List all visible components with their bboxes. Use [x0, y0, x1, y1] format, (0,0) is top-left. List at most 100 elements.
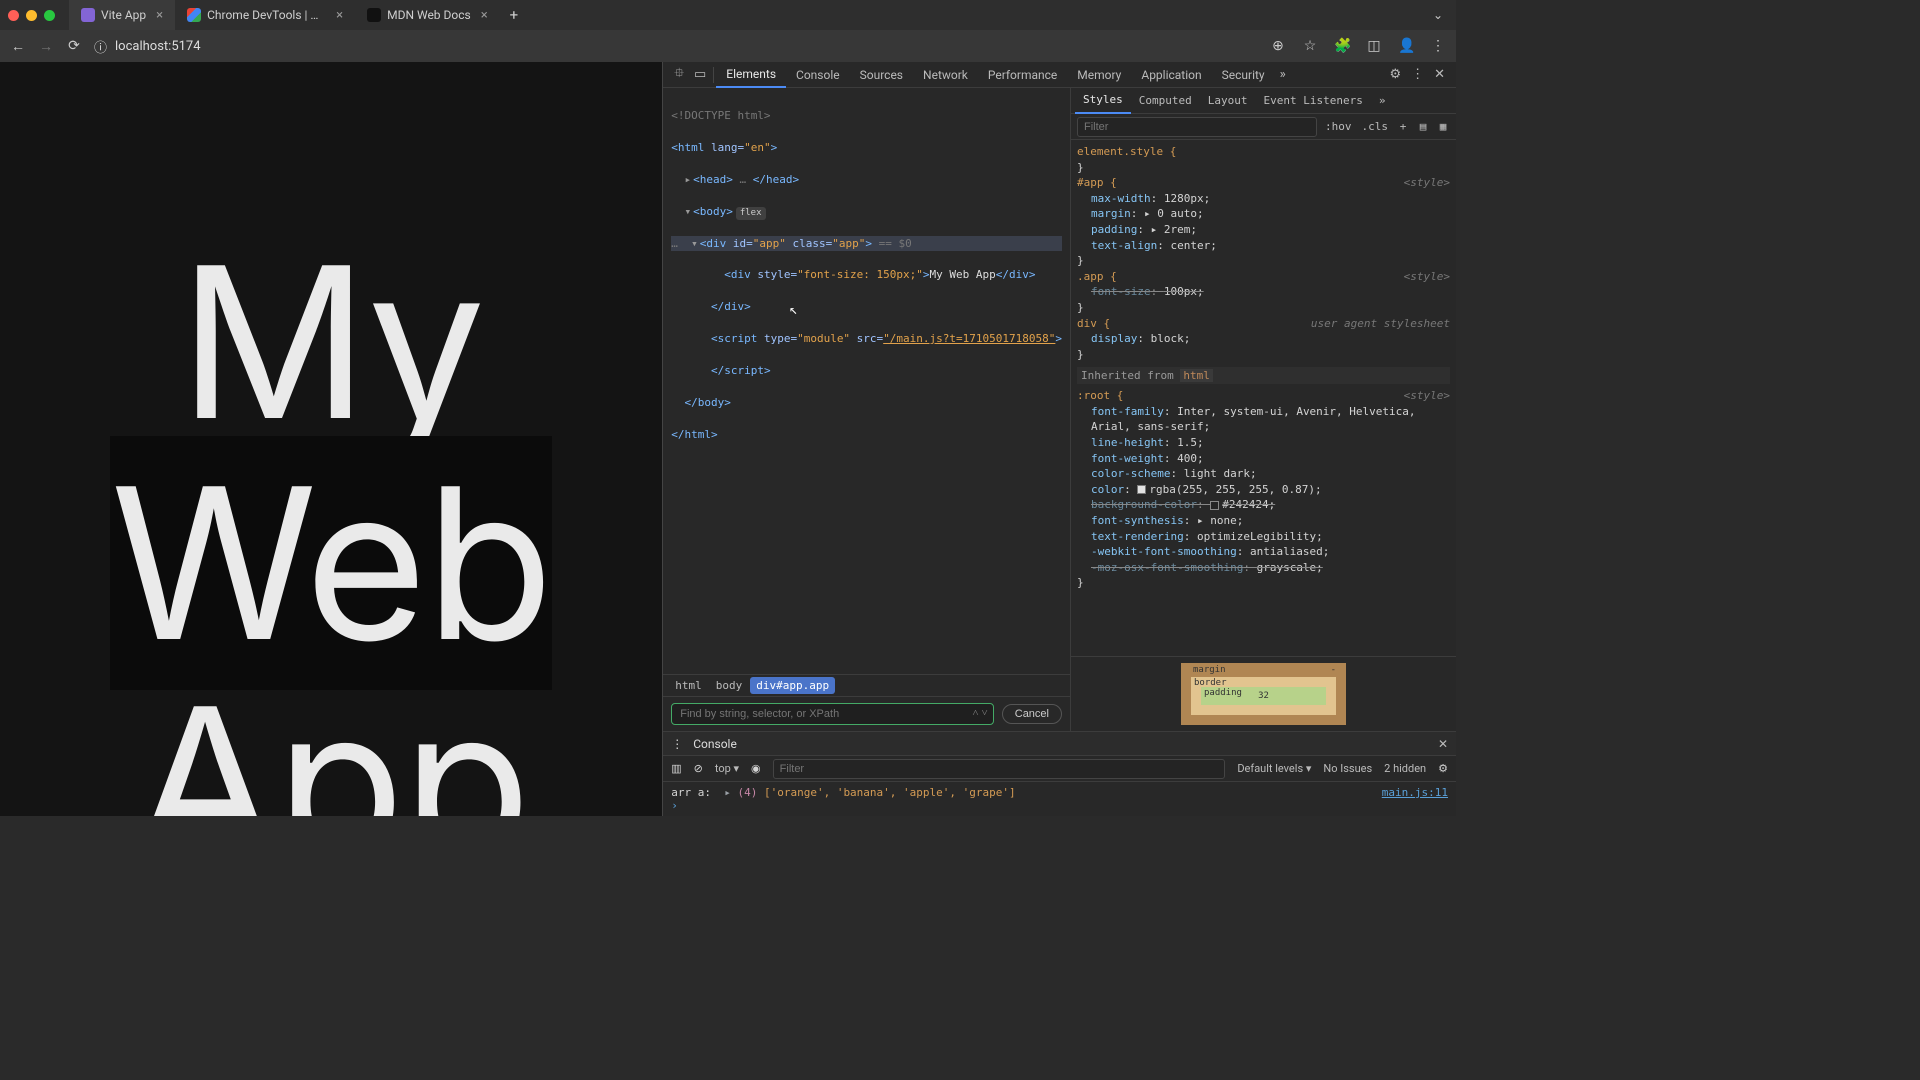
tab-console[interactable]: Console: [786, 62, 850, 88]
hov-toggle[interactable]: :hov: [1323, 120, 1354, 133]
issues-indicator[interactable]: No Issues: [1323, 762, 1372, 775]
device-toggle-icon[interactable]: ▭: [694, 67, 706, 82]
styles-filter-input[interactable]: [1077, 117, 1317, 137]
overflow-icon[interactable]: »: [1280, 67, 1286, 82]
clear-icon[interactable]: ⊘: [694, 762, 703, 775]
tab-label: MDN Web Docs: [387, 8, 471, 22]
tab-network[interactable]: Network: [913, 62, 978, 88]
tab-label: Vite App: [101, 8, 146, 22]
color-swatch-icon[interactable]: [1137, 485, 1146, 494]
toolbar-right: ⊕ ☆ 🧩 ◫ 👤 ⋮: [1270, 38, 1446, 54]
cls-toggle[interactable]: .cls: [1360, 120, 1391, 133]
bookmark-icon[interactable]: ☆: [1302, 38, 1318, 54]
new-tab-button[interactable]: +: [500, 6, 529, 24]
crumb-body[interactable]: body: [710, 677, 749, 694]
favicon-icon: [367, 8, 381, 22]
console-output[interactable]: main.js:11 arr a: ▸ (4) ['orange', 'bana…: [663, 782, 1456, 816]
traffic-lights: [8, 10, 55, 21]
profile-icon[interactable]: 👤: [1398, 38, 1414, 54]
url-bar: ← → ⟳ ⓘ localhost:5174 ⊕ ☆ 🧩 ◫ 👤 ⋮: [0, 30, 1456, 62]
hidden-count[interactable]: 2 hidden: [1384, 762, 1426, 775]
window-minimize-icon[interactable]: [26, 10, 37, 21]
cursor-icon: ↖: [789, 300, 797, 320]
close-icon[interactable]: ✕: [1438, 737, 1448, 751]
forward-button[interactable]: →: [38, 38, 54, 55]
dom-tree[interactable]: <!DOCTYPE html> <html lang="en"> <head> …: [663, 88, 1070, 674]
crumb-app[interactable]: div#app.app: [750, 677, 835, 694]
new-rule-icon[interactable]: +: [1396, 120, 1410, 133]
collapse-icon[interactable]: [691, 237, 700, 250]
chevron-down-icon[interactable]: ˅: [982, 706, 988, 719]
tab-mdn[interactable]: MDN Web Docs ×: [355, 0, 500, 30]
context-select[interactable]: top ▾: [715, 762, 739, 775]
collapse-icon[interactable]: [684, 205, 693, 218]
find-input[interactable]: [671, 703, 994, 725]
styles-subtabs: Styles Computed Layout Event Listeners »: [1071, 88, 1456, 114]
kebab-icon[interactable]: ⋮: [671, 737, 683, 751]
console-filter-input[interactable]: [773, 759, 1226, 779]
tab-vite-app[interactable]: Vite App ×: [69, 0, 175, 30]
favicon-icon: [81, 8, 95, 22]
page-heading: My Web App: [0, 62, 662, 816]
eye-icon[interactable]: ◉: [751, 762, 761, 775]
subtab-layout[interactable]: Layout: [1200, 88, 1256, 114]
divider: [713, 67, 714, 83]
subtab-styles[interactable]: Styles: [1075, 88, 1131, 114]
sidebar-toggle-icon[interactable]: ▥: [671, 762, 681, 775]
inspect-icon[interactable]: ⯐: [674, 64, 684, 86]
chevron-down-icon[interactable]: ⌄: [1428, 8, 1448, 22]
cancel-button[interactable]: Cancel: [1002, 704, 1062, 724]
close-icon[interactable]: ×: [481, 8, 488, 23]
subtab-event-listeners[interactable]: Event Listeners: [1255, 88, 1370, 114]
gear-icon[interactable]: ⚙: [1389, 67, 1401, 82]
extensions-icon[interactable]: 🧩: [1334, 38, 1350, 54]
tab-sources[interactable]: Sources: [850, 62, 913, 88]
box-model: margin- border padding32: [1071, 656, 1456, 731]
window-maximize-icon[interactable]: [44, 10, 55, 21]
devtools-panel: ⯐ ▭ Elements Console Sources Network Per…: [662, 62, 1456, 816]
tab-performance[interactable]: Performance: [978, 62, 1067, 88]
reload-button[interactable]: ⟳: [66, 38, 82, 54]
tab-elements[interactable]: Elements: [716, 62, 786, 88]
window-titlebar: Vite App × Chrome DevTools | Chrome × MD…: [0, 0, 1456, 30]
menu-icon[interactable]: ⋮: [1430, 38, 1446, 54]
close-icon[interactable]: ×: [336, 8, 343, 23]
tab-chrome-devtools[interactable]: Chrome DevTools | Chrome ×: [175, 0, 355, 30]
overflow-icon[interactable]: »: [1371, 88, 1394, 114]
gear-icon[interactable]: ⚙: [1438, 762, 1448, 775]
zoom-icon[interactable]: ⊕: [1270, 38, 1286, 54]
console-drawer: ⋮ Console ✕ ▥ ⊘ top ▾ ◉ Default levels ▾…: [663, 731, 1456, 816]
kebab-icon[interactable]: ⋮: [1411, 67, 1424, 82]
subtab-computed[interactable]: Computed: [1131, 88, 1200, 114]
source-link[interactable]: main.js:11: [1382, 786, 1448, 799]
console-title: Console: [693, 737, 737, 751]
site-info-icon[interactable]: ⓘ: [94, 37, 107, 56]
back-button[interactable]: ←: [10, 38, 26, 55]
url-text: localhost:5174: [115, 39, 201, 54]
page-viewport: My Web App: [0, 62, 662, 816]
style-rules[interactable]: element.style { } <style>#app { max-widt…: [1071, 140, 1456, 656]
breadcrumb: html body div#app.app: [663, 674, 1070, 696]
color-swatch-icon[interactable]: [1210, 501, 1219, 510]
log-levels-select[interactable]: Default levels ▾: [1237, 762, 1311, 775]
close-icon[interactable]: ×: [156, 8, 163, 23]
find-bar: ˄ ˅ Cancel: [663, 696, 1070, 731]
crumb-html[interactable]: html: [669, 677, 708, 694]
tab-security[interactable]: Security: [1212, 62, 1275, 88]
address-field[interactable]: ⓘ localhost:5174: [94, 37, 1258, 56]
tab-label: Chrome DevTools | Chrome: [207, 8, 326, 22]
expand-icon[interactable]: [684, 173, 693, 186]
chevron-up-icon[interactable]: ˄: [972, 706, 978, 719]
tab-application[interactable]: Application: [1131, 62, 1211, 88]
styles-panel: Styles Computed Layout Event Listeners »…: [1071, 88, 1456, 731]
render-icon[interactable]: ▦: [1436, 120, 1450, 133]
browser-tabs: Vite App × Chrome DevTools | Chrome × MD…: [69, 0, 1428, 30]
tab-memory[interactable]: Memory: [1067, 62, 1131, 88]
close-icon[interactable]: ✕: [1434, 67, 1445, 82]
computed-toggle-icon[interactable]: ▤: [1416, 120, 1430, 133]
sidepanel-icon[interactable]: ◫: [1366, 38, 1382, 54]
window-close-icon[interactable]: [8, 10, 19, 21]
favicon-icon: [187, 8, 201, 22]
styles-filter-row: :hov .cls + ▤ ▦: [1071, 114, 1456, 140]
devtools-tabs: ⯐ ▭ Elements Console Sources Network Per…: [663, 62, 1456, 88]
